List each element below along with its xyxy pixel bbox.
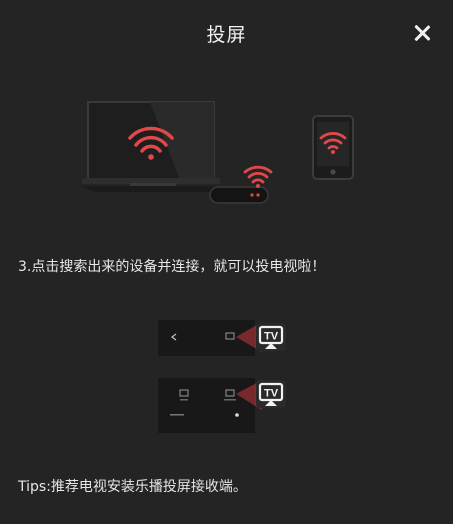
demo-screen-1: [158, 320, 262, 356]
demo-screen-2: [158, 378, 262, 433]
tv-cast-icon: TV: [256, 323, 286, 351]
cast-devices-illustration: [80, 101, 354, 204]
wifi-signal-icon: [243, 165, 273, 188]
svg-text:TV: TV: [264, 331, 279, 343]
cast-demo-illustration: TV TV: [158, 320, 286, 433]
tips-text: Tips:推荐电视安装乐播投屏接收端。: [18, 479, 247, 495]
instruction-step-text: 3.点击搜索出来的设备并连接，就可以投电视啦！: [18, 259, 326, 275]
tv-box-icon: [209, 186, 269, 204]
svg-text:TV: TV: [264, 388, 279, 400]
tv-cast-icon: TV: [256, 380, 286, 408]
tv-icon: [82, 101, 220, 186]
